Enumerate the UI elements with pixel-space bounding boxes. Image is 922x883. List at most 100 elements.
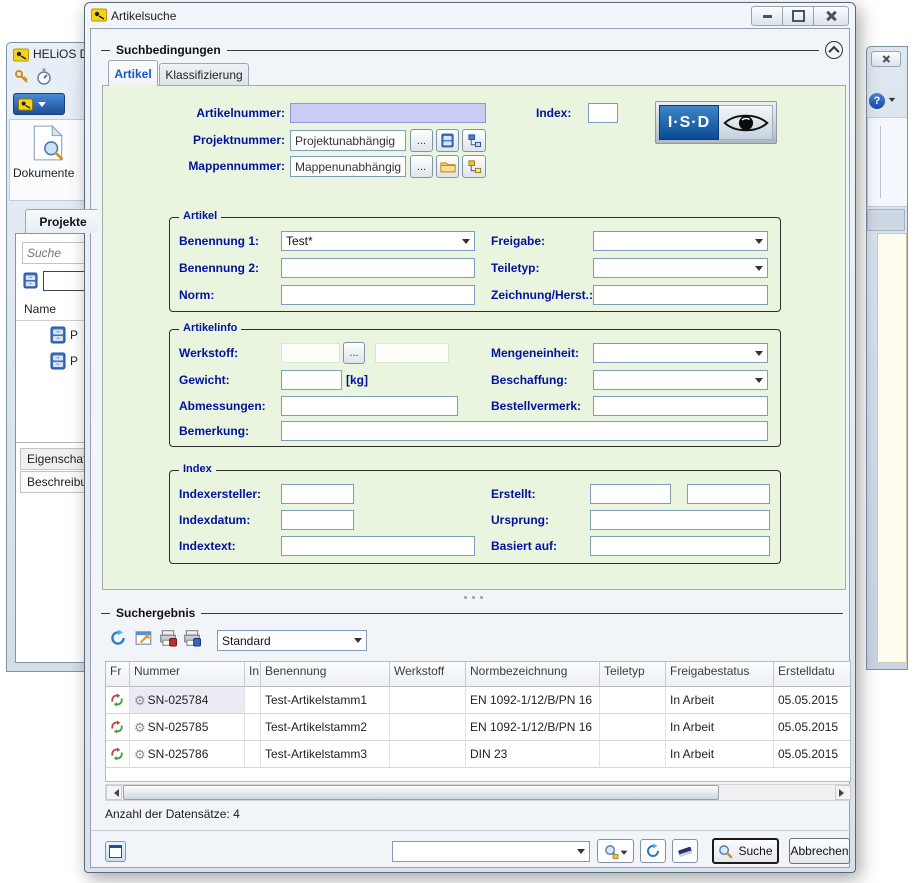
print-button[interactable] bbox=[159, 629, 181, 651]
mengeneinheit-combo[interactable] bbox=[593, 343, 768, 363]
abmessungen-label: Abmessungen: bbox=[179, 399, 266, 413]
tab-projekte[interactable]: Projekte bbox=[25, 209, 98, 233]
werkstoff-input[interactable] bbox=[281, 343, 340, 363]
in-cell bbox=[245, 687, 261, 714]
refresh-button[interactable] bbox=[640, 839, 666, 863]
result-view-combo[interactable]: Standard bbox=[217, 630, 367, 651]
bemerkung-input[interactable] bbox=[281, 421, 768, 441]
name-column-header[interactable]: Name bbox=[24, 302, 56, 316]
scrollbar-thumb[interactable] bbox=[123, 785, 719, 800]
basiert-auf-input[interactable] bbox=[590, 536, 770, 556]
tab-artikel[interactable]: Artikel bbox=[108, 60, 158, 86]
chevron-down-icon bbox=[462, 239, 470, 248]
indextext-label: Indextext: bbox=[179, 539, 236, 553]
benennung2-input[interactable] bbox=[281, 258, 475, 278]
dialog-title-bar[interactable]: Artikelsuche bbox=[85, 3, 857, 28]
mappennummer-input[interactable] bbox=[290, 156, 406, 177]
werkstoff-name-input[interactable] bbox=[375, 343, 449, 363]
indexersteller-input[interactable] bbox=[281, 484, 354, 504]
table-row[interactable]: ⚙SN-025786 Test-Artikelstamm3 DIN 23 In … bbox=[106, 741, 850, 768]
col-header-freigabestatus[interactable]: Freigabestatus bbox=[666, 662, 774, 687]
col-header-fr[interactable]: Fr bbox=[106, 662, 130, 687]
abbrechen-button[interactable]: Abbrechen bbox=[789, 838, 850, 864]
clear-button[interactable] bbox=[672, 839, 698, 863]
tab-klassifizierung[interactable]: Klassifizierung bbox=[159, 63, 249, 86]
maximize-button[interactable] bbox=[782, 6, 814, 26]
ursprung-input[interactable] bbox=[590, 510, 770, 530]
scroll-right-button[interactable] bbox=[835, 785, 851, 800]
document-search-icon[interactable] bbox=[32, 124, 64, 162]
suche-button[interactable]: Suche bbox=[712, 838, 779, 864]
window-mode-button[interactable] bbox=[105, 841, 126, 862]
bestellvermerk-input[interactable] bbox=[593, 396, 768, 416]
projekt-structure-button[interactable] bbox=[462, 129, 486, 152]
close-button[interactable] bbox=[871, 51, 901, 67]
projekt-browse-button[interactable]: ... bbox=[410, 129, 433, 152]
collapse-section-button[interactable] bbox=[825, 41, 843, 59]
artikelnummer-input[interactable] bbox=[290, 103, 486, 123]
horizontal-scrollbar[interactable] bbox=[105, 784, 851, 801]
col-header-normbezeichnung[interactable]: Normbezeichnung bbox=[466, 662, 600, 687]
magnifier-save-icon bbox=[604, 844, 619, 859]
helios-app-icon bbox=[13, 47, 29, 63]
part-icon: ⚙ bbox=[134, 748, 146, 761]
norm-input[interactable] bbox=[281, 285, 475, 305]
close-button[interactable] bbox=[813, 6, 849, 26]
benennung1-combo[interactable]: Test* bbox=[281, 231, 475, 251]
minimize-button[interactable] bbox=[751, 6, 783, 26]
table-row[interactable]: ⚙SN-025784 Test-Artikelstamm1 EN 1092-1/… bbox=[106, 687, 850, 714]
indextext-input[interactable] bbox=[281, 536, 475, 556]
gewicht-input[interactable] bbox=[281, 370, 342, 390]
beschaffung-label: Beschaffung: bbox=[491, 373, 568, 387]
beschaffung-combo[interactable] bbox=[593, 370, 768, 390]
teiletyp-combo[interactable] bbox=[593, 258, 768, 278]
norm-label: Norm: bbox=[179, 288, 214, 302]
scroll-left-button[interactable] bbox=[106, 785, 122, 800]
splitter-handle[interactable] bbox=[464, 596, 483, 599]
save-search-button[interactable] bbox=[597, 839, 634, 863]
indexdatum-input[interactable] bbox=[281, 510, 354, 530]
freigabe-label: Freigabe: bbox=[491, 234, 545, 248]
col-header-in[interactable]: In bbox=[245, 662, 261, 687]
projektnummer-label: Projektnummer: bbox=[125, 133, 285, 147]
export-results-button[interactable] bbox=[135, 629, 157, 651]
print-list-button[interactable] bbox=[183, 629, 205, 651]
zeichnung-input[interactable] bbox=[593, 285, 768, 305]
table-row[interactable]: ⚙SN-025785 Test-Artikelstamm2 EN 1092-1/… bbox=[106, 714, 850, 741]
dialog-client-area: Suchbedingungen Artikel Klassifizierung … bbox=[90, 28, 850, 868]
group-label: Artikel bbox=[179, 210, 221, 222]
chevron-down-icon bbox=[38, 102, 46, 111]
divider bbox=[91, 830, 851, 831]
stopwatch-icon[interactable] bbox=[36, 68, 52, 85]
col-header-benennung[interactable]: Benennung bbox=[261, 662, 390, 687]
eraser-icon bbox=[677, 843, 693, 859]
results-refresh-button[interactable] bbox=[109, 629, 131, 651]
application-menu-button[interactable] bbox=[13, 93, 65, 115]
key-icon[interactable] bbox=[14, 69, 30, 85]
projekt-select-button[interactable] bbox=[436, 129, 459, 152]
col-header-werkstoff[interactable]: Werkstoff bbox=[390, 662, 466, 687]
indexdatum-label: Indexdatum: bbox=[179, 513, 250, 527]
window-title: HELiOS D bbox=[33, 47, 88, 61]
tree-item-project-2[interactable]: P bbox=[50, 352, 78, 370]
erstellt-bis-input[interactable] bbox=[687, 484, 770, 504]
tree-item-project-1[interactable]: P bbox=[50, 326, 78, 344]
dokumente-ribbon-button[interactable]: Dokumente bbox=[13, 166, 74, 180]
mappe-browse-button[interactable]: ... bbox=[410, 155, 433, 178]
projektnummer-input[interactable] bbox=[290, 130, 406, 151]
werkstoff-browse-button[interactable]: ... bbox=[343, 342, 365, 364]
section-label: Suchbedingungen bbox=[116, 43, 221, 57]
freigabe-combo[interactable] bbox=[593, 231, 768, 251]
arrow-left-icon bbox=[110, 789, 119, 797]
quick-search-combo[interactable] bbox=[392, 841, 590, 862]
erstellt-von-input[interactable] bbox=[590, 484, 671, 504]
mappe-structure-button[interactable] bbox=[462, 155, 486, 178]
abmessungen-input[interactable] bbox=[281, 396, 458, 416]
col-header-erstelldatum[interactable]: Erstelldatu bbox=[774, 662, 850, 687]
tree-item-label: P bbox=[70, 354, 78, 368]
col-header-nummer[interactable]: Nummer bbox=[130, 662, 245, 687]
help-button[interactable]: ? bbox=[869, 93, 896, 109]
index-input[interactable] bbox=[588, 103, 618, 123]
col-header-teiletyp[interactable]: Teiletyp bbox=[600, 662, 666, 687]
mappe-select-button[interactable] bbox=[436, 155, 459, 178]
